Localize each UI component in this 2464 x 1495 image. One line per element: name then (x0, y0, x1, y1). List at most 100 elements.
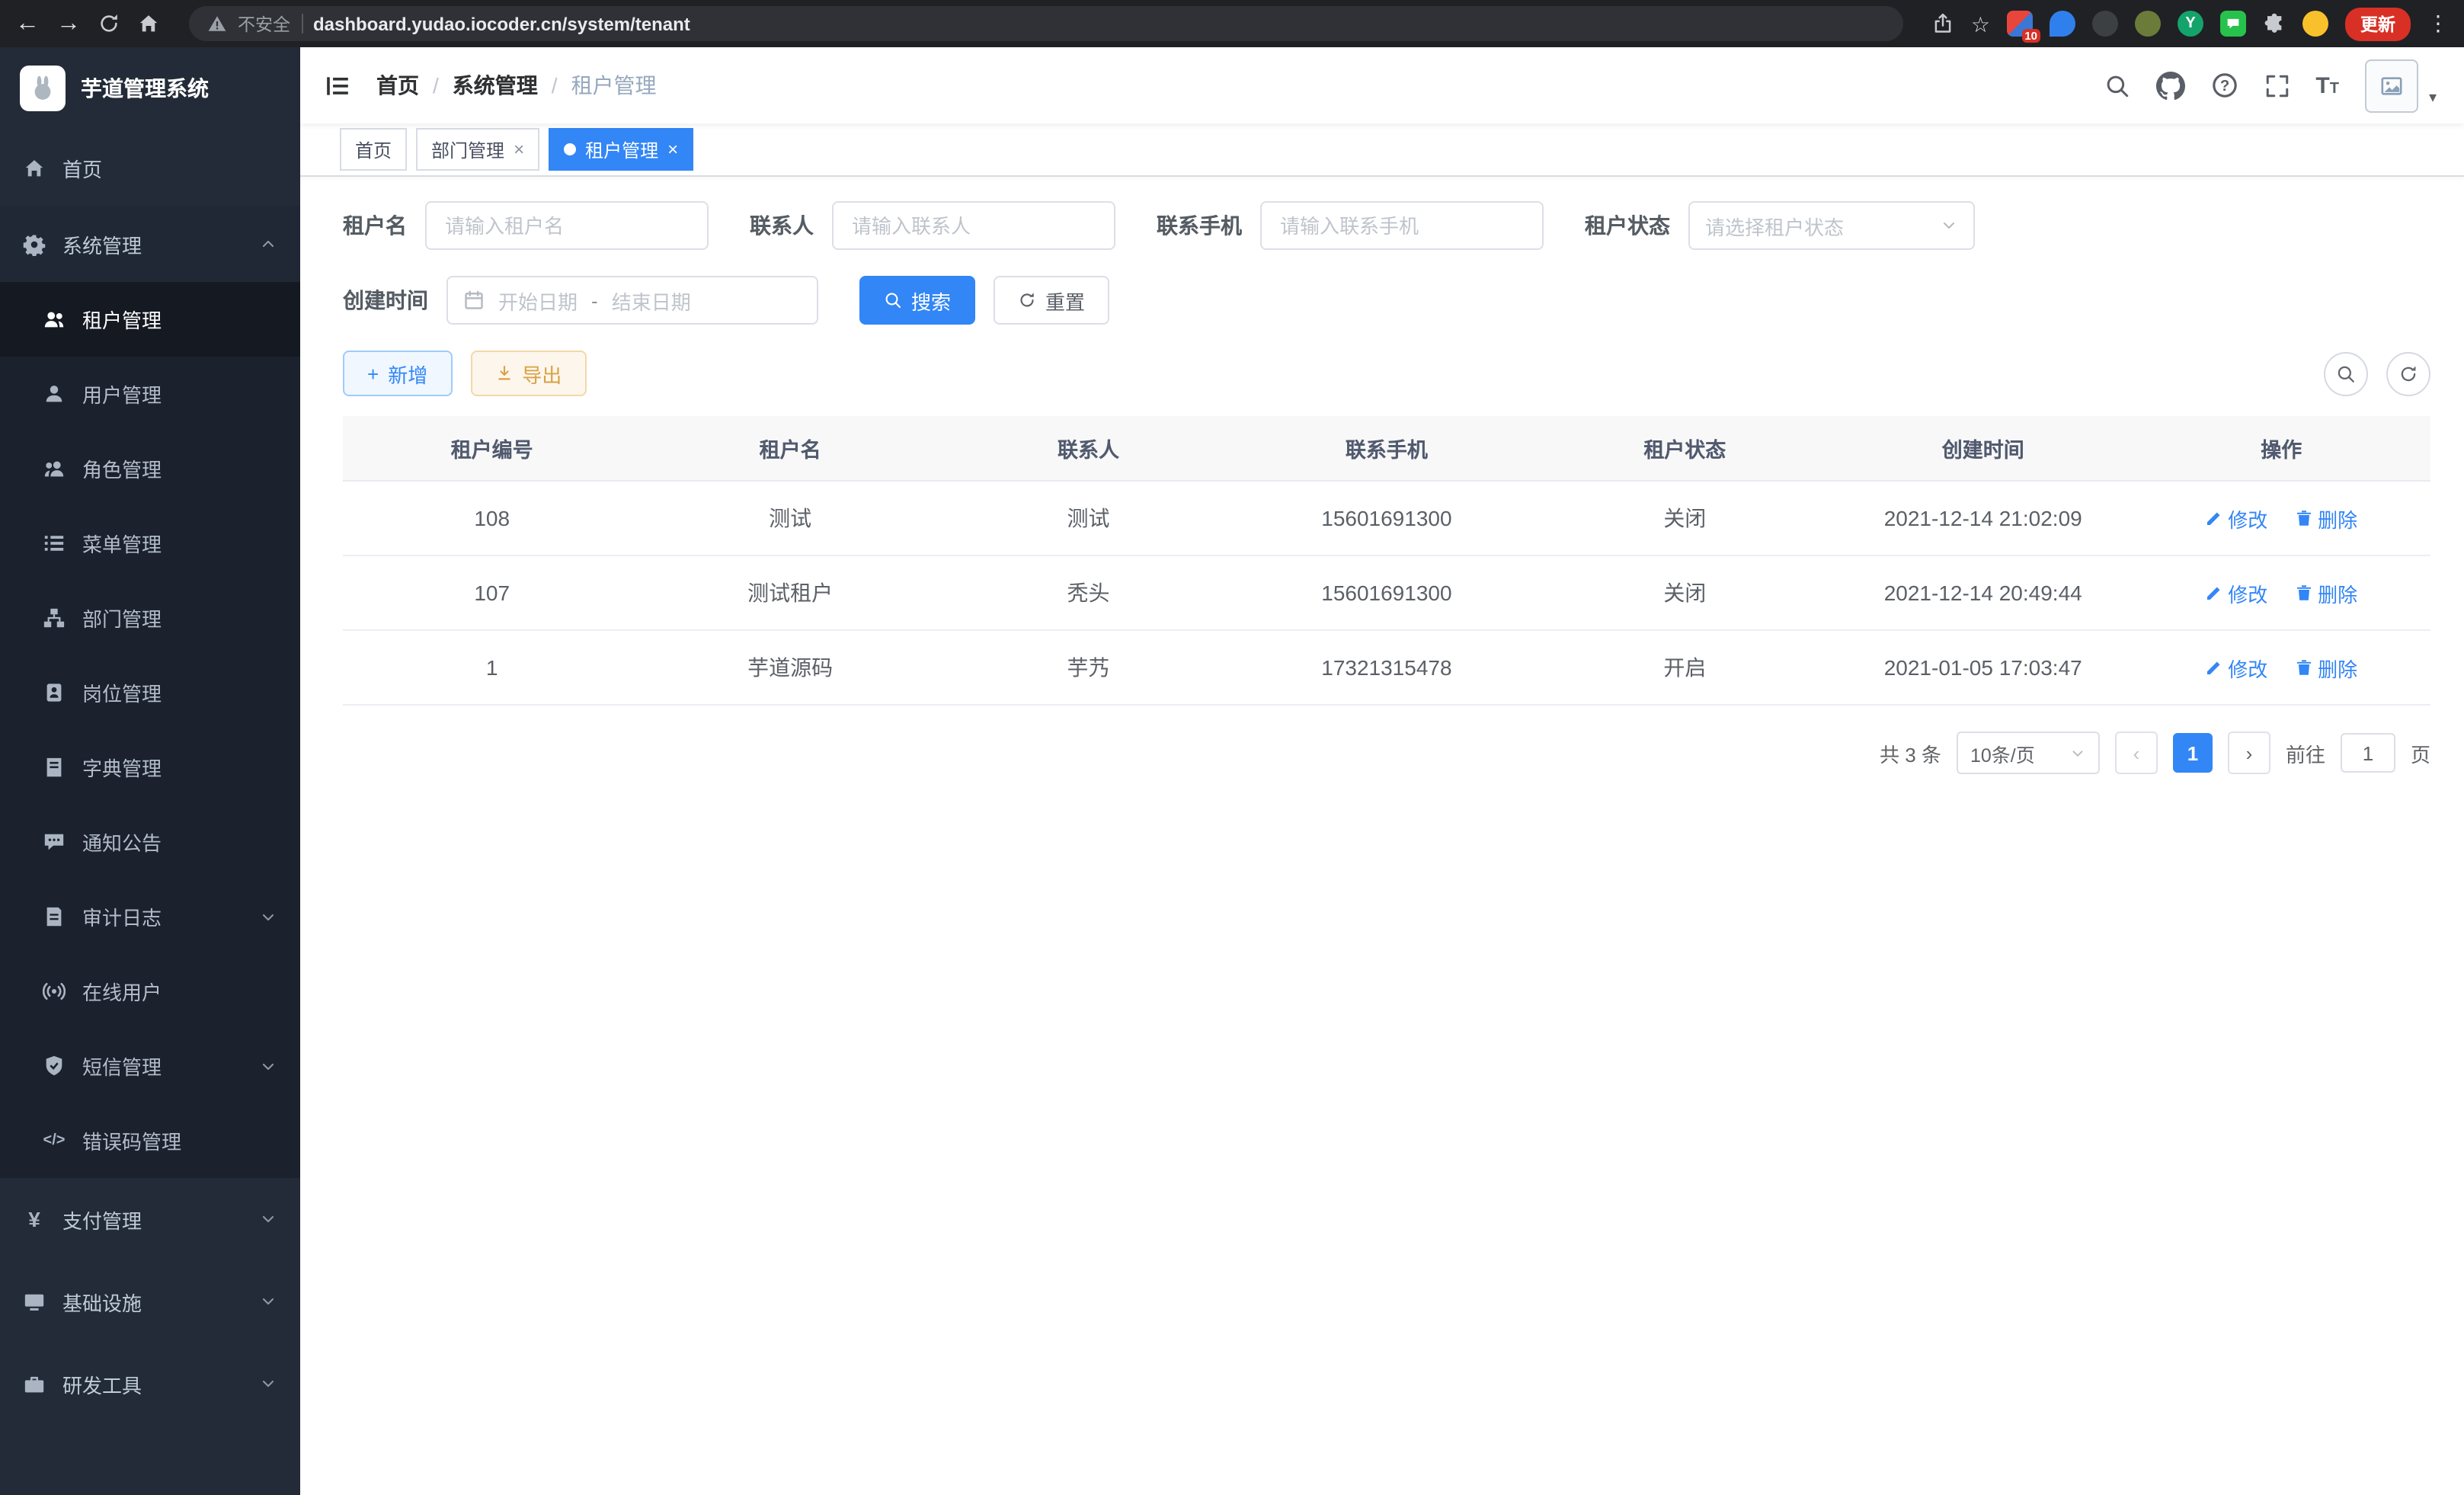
tenant-table: 租户编号 租户名 联系人 联系手机 租户状态 创建时间 操作 108 测试 (343, 416, 2430, 706)
toggle-search-icon-button[interactable] (2324, 351, 2368, 395)
sidebar-item-label: 基础设施 (62, 1287, 142, 1316)
contact-input[interactable] (832, 201, 1115, 250)
sidebar-item-label: 在线用户 (82, 977, 162, 1006)
browser-menu-icon[interactable]: ⋮ (2427, 11, 2449, 37)
sidebar-item-home[interactable]: 首页 (0, 130, 300, 206)
monitor-icon (23, 1290, 46, 1313)
export-button[interactable]: 导出 (470, 351, 586, 396)
sidebar-item-label: 部门管理 (82, 603, 162, 632)
refresh-icon (1018, 291, 1036, 309)
logo-rabbit-icon (20, 66, 66, 111)
sidebar-item-tenant[interactable]: 租户管理 (0, 282, 300, 357)
sidebar-item-online-users[interactable]: 在线用户 (0, 954, 300, 1029)
chevron-down-icon (259, 1292, 277, 1311)
delete-link[interactable]: 删除 (2295, 578, 2357, 607)
next-page-button[interactable]: › (2228, 731, 2270, 774)
breadcrumb-home[interactable]: 首页 (376, 70, 419, 101)
help-question-icon[interactable]: ? (2210, 72, 2238, 99)
header-search-icon[interactable] (2104, 72, 2130, 98)
current-page-button[interactable]: 1 (2173, 733, 2213, 773)
sidebar-item-label: 错误码管理 (82, 1126, 181, 1155)
sidebar-item-menu[interactable]: 菜单管理 (0, 506, 300, 581)
page-url[interactable]: dashboard.yudao.iocoder.cn/system/tenant (313, 13, 690, 34)
tag-home[interactable]: 首页 (340, 128, 407, 171)
extension-icon-5[interactable]: Y (2178, 11, 2203, 37)
profile-avatar-icon[interactable] (2302, 11, 2328, 37)
goto-page-input[interactable] (2341, 733, 2395, 773)
address-bar[interactable]: 不安全 dashboard.yudao.iocoder.cn/system/te… (189, 6, 1904, 41)
sidebar-item-pay[interactable]: ¥ 支付管理 (0, 1178, 300, 1260)
fullscreen-icon[interactable] (2264, 72, 2290, 98)
extension-icon-3[interactable] (2092, 11, 2118, 37)
delete-link[interactable]: 删除 (2295, 653, 2357, 682)
security-label[interactable]: 不安全 (238, 11, 290, 36)
tag-dept[interactable]: 部门管理 × (416, 128, 539, 171)
sidebar-item-dev-tools[interactable]: 研发工具 (0, 1343, 300, 1425)
browser-back-icon[interactable]: ← (15, 11, 40, 36)
tag-close-icon[interactable]: × (667, 140, 678, 158)
bookmark-star-icon[interactable]: ☆ (1971, 13, 1990, 34)
tag-close-icon[interactable]: × (514, 140, 524, 158)
share-icon[interactable] (1933, 12, 1954, 35)
cell-contact: 测试 (939, 481, 1237, 555)
sidebar-item-dict[interactable]: 字典管理 (0, 730, 300, 805)
sidebar-item-user[interactable]: 用户管理 (0, 357, 300, 431)
sidebar-item-role[interactable]: 角色管理 (0, 431, 300, 506)
sidebar-item-label: 系统管理 (62, 229, 142, 258)
browser-refresh-icon[interactable] (98, 12, 120, 35)
chevron-down-icon (259, 1210, 277, 1228)
sidebar-item-sms[interactable]: 短信管理 (0, 1029, 300, 1103)
avatar-caret-icon[interactable]: ▾ (2429, 89, 2437, 106)
breadcrumb-system[interactable]: 系统管理 (453, 70, 538, 101)
extension-icon-1[interactable]: 10 (2007, 11, 2033, 37)
badge-icon (43, 681, 66, 704)
sidebar-fold-icon[interactable] (325, 72, 350, 98)
security-warning-icon[interactable] (207, 14, 227, 34)
cell-contact: 芋艿 (939, 630, 1237, 705)
edit-link[interactable]: 修改 (2205, 653, 2267, 682)
status-label: 租户状态 (1585, 210, 1670, 241)
sidebar-item-label: 租户管理 (82, 305, 162, 334)
extensions-puzzle-icon[interactable] (2263, 12, 2286, 35)
sidebar-item-infra[interactable]: 基础设施 (0, 1260, 300, 1343)
browser-forward-icon[interactable]: → (56, 11, 81, 36)
col-actions: 操作 (2132, 416, 2430, 481)
sidebar-item-error-code[interactable]: </> 错误码管理 (0, 1103, 300, 1178)
edit-link[interactable]: 修改 (2205, 578, 2267, 607)
extension-icon-2[interactable] (2050, 11, 2075, 37)
app-logo[interactable]: 芋道管理系统 (0, 47, 300, 130)
user-avatar[interactable] (2365, 59, 2418, 112)
status-select[interactable]: 请选择租户状态 (1688, 201, 1975, 250)
broadcast-icon (43, 980, 66, 1003)
sidebar-submenu-system: 租户管理 用户管理 角色管理 (0, 282, 300, 1178)
date-range-picker[interactable]: 开始日期 - 结束日期 (446, 276, 818, 325)
tenant-name-input[interactable] (425, 201, 709, 250)
add-button[interactable]: + 新增 (343, 351, 452, 396)
edit-link[interactable]: 修改 (2205, 504, 2267, 533)
font-size-icon[interactable]: TT (2315, 74, 2339, 97)
reset-button[interactable]: 重置 (994, 276, 1109, 325)
sidebar: 芋道管理系统 首页 系统管理 租户管 (0, 47, 300, 1495)
mobile-input[interactable] (1260, 201, 1544, 250)
sidebar-item-notice[interactable]: 通知公告 (0, 805, 300, 879)
sidebar-item-dept[interactable]: 部门管理 (0, 581, 300, 655)
col-status: 租户状态 (1536, 416, 1834, 481)
sidebar-item-post[interactable]: 岗位管理 (0, 655, 300, 730)
refresh-table-button[interactable] (2386, 351, 2430, 395)
extension-icon-6[interactable] (2220, 11, 2246, 37)
browser-update-button[interactable]: 更新 (2345, 7, 2411, 40)
delete-link[interactable]: 删除 (2295, 504, 2357, 533)
extension-badge: 10 (2021, 29, 2040, 43)
sidebar-item-system[interactable]: 系统管理 (0, 206, 300, 282)
browser-toolbar: ← → 不安全 dashboard.yudao.iocoder.cn/syste… (0, 0, 2464, 47)
tag-tenant-active[interactable]: 租户管理 × (549, 128, 693, 171)
page-size-select[interactable]: 10条/页 (1957, 731, 2100, 774)
search-button[interactable]: 搜索 (859, 276, 975, 325)
browser-home-icon[interactable] (137, 12, 160, 35)
extension-icon-4[interactable] (2135, 11, 2161, 37)
sidebar-item-label: 用户管理 (82, 379, 162, 408)
sidebar-item-audit-log[interactable]: 审计日志 (0, 879, 300, 954)
prev-page-button[interactable]: ‹ (2115, 731, 2158, 774)
chevron-down-icon (259, 1057, 277, 1075)
github-icon[interactable] (2155, 71, 2184, 100)
